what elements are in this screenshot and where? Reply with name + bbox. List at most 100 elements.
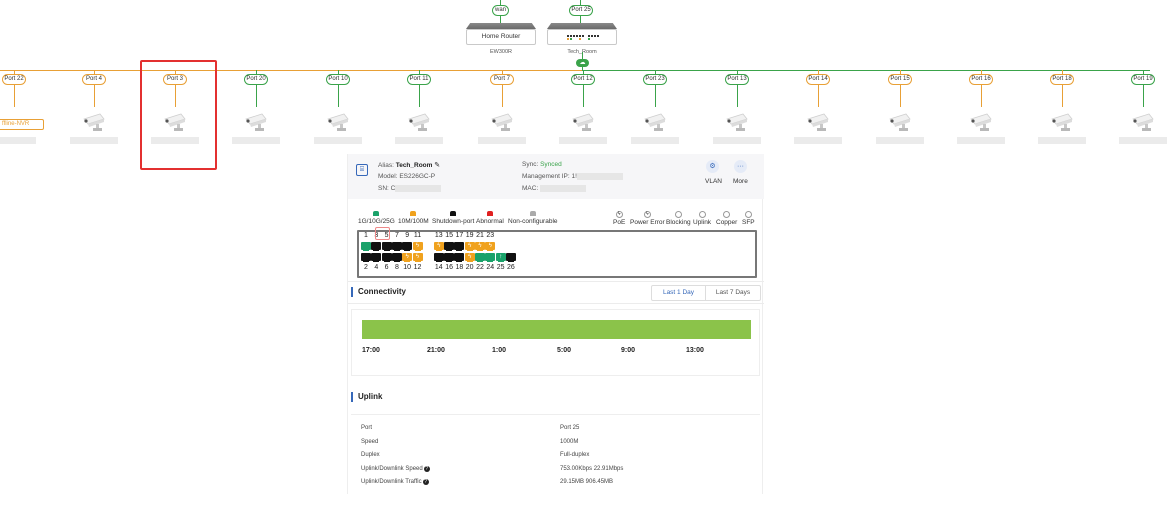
- camera-icon[interactable]: [242, 111, 270, 133]
- switch-port[interactable]: [361, 253, 371, 262]
- switch-device[interactable]: Tech_Room: [547, 23, 617, 55]
- vlan-gear-icon[interactable]: ⚙: [706, 160, 719, 173]
- vlan-button-label[interactable]: VLAN: [705, 178, 722, 185]
- camera-icon[interactable]: [80, 111, 108, 133]
- camera-icon[interactable]: [569, 111, 597, 133]
- router-device[interactable]: Home Router EW300R: [466, 23, 536, 55]
- camera-icon[interactable]: [886, 111, 914, 133]
- port-number: 17: [455, 232, 464, 239]
- port-pill[interactable]: Port 15: [888, 74, 912, 85]
- port-number: 26: [506, 264, 515, 271]
- port-number: 20: [465, 264, 474, 271]
- camera-icon[interactable]: [324, 111, 352, 133]
- camera-icon[interactable]: [1129, 111, 1157, 133]
- port-pill[interactable]: Port 12: [571, 74, 595, 85]
- switch-port[interactable]: [433, 253, 444, 262]
- legend-label: Uplink: [693, 219, 712, 226]
- switch-port[interactable]: [371, 242, 382, 251]
- legend-label: 10M/100M: [398, 218, 429, 225]
- tab-last-1-day[interactable]: Last 1 Day: [652, 286, 706, 300]
- help-icon[interactable]: ?: [423, 465, 430, 472]
- legend-label: SFP: [742, 219, 755, 226]
- port-pill[interactable]: Port 19: [1131, 74, 1155, 85]
- redacted-mask: [395, 185, 442, 192]
- switch-port[interactable]: ϟ: [464, 253, 475, 262]
- switch-port[interactable]: [454, 253, 465, 262]
- port-pill[interactable]: Port 4: [82, 74, 106, 85]
- legend-type-item: ϟ Power Error: [630, 211, 665, 226]
- help-icon[interactable]: ?: [422, 479, 429, 485]
- port-number: 21: [476, 232, 484, 239]
- switch-port[interactable]: [505, 253, 516, 262]
- switch-port[interactable]: [391, 253, 402, 262]
- port-pill[interactable]: Port 7: [490, 74, 514, 85]
- port-pill[interactable]: Port 16: [969, 74, 993, 85]
- legend-label: Non-configurable: [508, 218, 558, 225]
- camera-icon[interactable]: [641, 111, 669, 133]
- switch-port[interactable]: ϟ: [412, 242, 423, 251]
- switch-port[interactable]: [381, 242, 392, 251]
- port-number: 18: [455, 264, 464, 271]
- port-number: 12: [413, 264, 422, 271]
- port-pill[interactable]: Port 14: [806, 74, 830, 85]
- port-pill[interactable]: Port 23: [643, 74, 667, 85]
- camera-icon[interactable]: [405, 111, 433, 133]
- uplink-row-label: Duplex: [361, 452, 380, 458]
- time-tick: 21:00: [427, 347, 445, 354]
- legend-type-item: ϟ PoE: [613, 211, 625, 226]
- status-color-icon: [410, 211, 417, 216]
- uplink-row-label: Speed: [361, 439, 378, 445]
- blurred-device-name: [957, 137, 1005, 144]
- port-pill[interactable]: Port 13: [725, 74, 749, 85]
- camera-icon[interactable]: [723, 111, 751, 133]
- switch-port[interactable]: [371, 253, 382, 262]
- connectivity-chart: 17:00 21:00 1:00 5:00 9:00 13:00: [351, 309, 760, 376]
- switch-port[interactable]: [381, 253, 392, 262]
- switch-port[interactable]: ϟ: [464, 242, 475, 251]
- port-pill[interactable]: Port 18: [1050, 74, 1074, 85]
- camera-icon[interactable]: [804, 111, 832, 133]
- switch-port[interactable]: ↑: [495, 253, 506, 262]
- edit-icon[interactable]: ✎: [434, 162, 440, 169]
- more-button-label[interactable]: More: [733, 178, 748, 185]
- port-drop-line: [338, 85, 339, 107]
- more-icon[interactable]: ···: [734, 160, 747, 173]
- switch-port[interactable]: ϟ: [412, 253, 423, 262]
- port-drop-line: [1143, 85, 1144, 107]
- model-row: Model: ES226GC-P: [378, 173, 435, 180]
- camera-icon[interactable]: [967, 111, 995, 133]
- legend-type-item: Blocking: [666, 211, 691, 226]
- port-number: 10: [403, 264, 412, 271]
- port-drop-line: [256, 85, 257, 107]
- switch-port[interactable]: ϟ: [402, 253, 413, 262]
- port-pill[interactable]: Port 22: [2, 74, 26, 85]
- router-icon: [466, 23, 536, 29]
- camera-icon[interactable]: [1048, 111, 1076, 133]
- tab-last-7-days[interactable]: Last 7 Days: [706, 286, 760, 300]
- port-number: 1: [364, 232, 368, 239]
- switch-port[interactable]: ϟ: [485, 242, 496, 251]
- switch-port[interactable]: ϟ: [475, 242, 485, 251]
- switch-port[interactable]: [391, 242, 402, 251]
- camera-icon[interactable]: [488, 111, 516, 133]
- port-drop-line: [818, 85, 819, 107]
- sn-row: SN: C: [378, 185, 442, 192]
- switch-port[interactable]: [402, 242, 413, 251]
- mac-label: MAC:: [522, 185, 539, 193]
- blurred-device-name: [559, 137, 607, 144]
- switch-port[interactable]: [444, 253, 455, 262]
- nvr-device-label[interactable]: ffline-NVR: [0, 119, 44, 130]
- blurred-device-name: [395, 137, 443, 144]
- switch-port[interactable]: ϟ: [433, 242, 444, 251]
- router-name: Home Router: [466, 29, 536, 45]
- switch-port[interactable]: [475, 253, 485, 262]
- uplink-row-value: 753.00Kbps 22.91Mbps: [560, 465, 624, 472]
- switch-port[interactable]: [485, 253, 496, 262]
- switch-port[interactable]: [444, 242, 455, 251]
- port-pill[interactable]: Port 11: [407, 74, 431, 85]
- port-number: 13: [434, 232, 443, 239]
- switch-port[interactable]: [454, 242, 465, 251]
- port-pill[interactable]: Port 20: [244, 74, 268, 85]
- switch-port[interactable]: [361, 242, 371, 251]
- port-pill[interactable]: Port 10: [326, 74, 350, 85]
